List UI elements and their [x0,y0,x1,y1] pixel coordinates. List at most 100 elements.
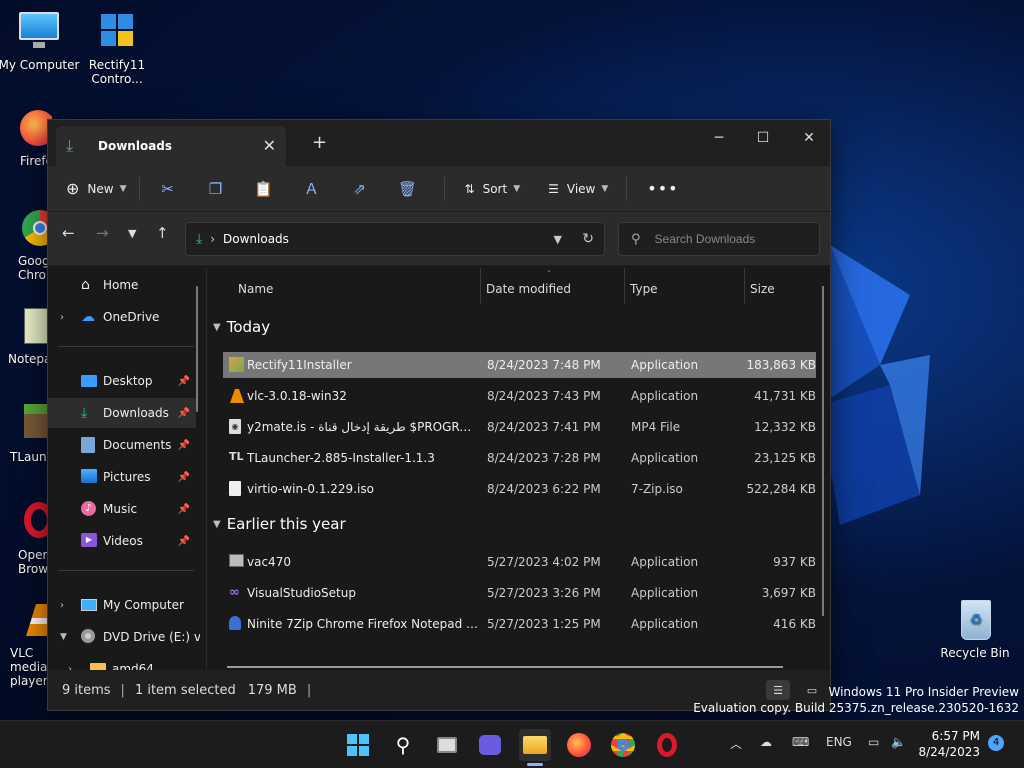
file-row-ninite[interactable]: Ninite 7Zip Chrome Firefox Notepad Inst.… [223,611,816,637]
column-divider[interactable] [480,268,481,304]
up-arrow-icon[interactable]: ↑ [156,224,169,242]
file-list-scrollbar[interactable] [822,286,824,616]
chevron-right-icon[interactable]: › [60,600,64,611]
maximize-button[interactable]: ☐ [740,124,786,152]
explorer-body: ⌂ Home › ☁ OneDrive Desktop 📌 ⤓ Download… [48,268,830,670]
share-icon[interactable]: ⇗ [344,173,376,205]
column-size[interactable]: Size [750,282,775,296]
close-tab-icon[interactable]: ✕ [263,136,276,155]
minimize-button[interactable]: ─ [696,124,742,152]
close-window-button[interactable]: ✕ [786,124,832,152]
desktop-icon-chrome[interactable]: Google Chrome [0,206,52,282]
selection-size: 179 MB [247,682,297,698]
new-tab-button[interactable]: + [312,132,327,153]
column-divider[interactable] [744,268,745,304]
search-input[interactable] [654,232,805,246]
file-row-y2mate[interactable]: ◉ y2mate.is - طريقة إدخال قناة $PROGRAM.… [223,414,816,440]
copy-icon[interactable]: ❐ [200,173,232,205]
nav-item-onedrive[interactable]: › ☁ OneDrive [48,302,196,332]
visual-studio-icon: ∞ [229,585,240,600]
column-name[interactable]: Name [238,282,273,296]
view-button[interactable]: ☰ View ▼ [540,173,616,205]
breadcrumb[interactable]: Downloads [223,232,289,246]
group-header-earlier-this-year[interactable]: ▼ Earlier this year [213,515,346,533]
keyboard-icon[interactable]: ⌨ [792,735,809,749]
file-row-virtio[interactable]: virtio-win-0.1.229.iso 8/24/2023 6:22 PM… [223,476,816,502]
firefox-icon [0,106,52,150]
group-header-today[interactable]: ▼ Today [213,318,270,336]
file-row-rectify11installer[interactable]: Rectify11Installer 8/24/2023 7:48 PM App… [223,352,816,378]
details-view-button[interactable]: ☰ [766,680,790,700]
sort-button[interactable]: ⇅ Sort ▼ [457,173,529,205]
nav-item-documents[interactable]: Documents 📌 [48,430,196,460]
rectify11-icon [95,10,139,54]
nav-item-my-computer[interactable]: › My Computer [48,590,196,620]
address-bar[interactable]: ⤓ › Downloads ▼ ↻ [185,222,605,256]
nav-item-pictures[interactable]: Pictures 📌 [48,462,196,492]
more-options-button[interactable]: ••• [639,173,686,205]
firefox-taskbar-button[interactable] [563,729,595,761]
cut-icon[interactable]: ✂ [152,173,184,205]
sort-indicator-icon: ˇ [547,270,551,279]
search-icon: ⚲ [395,733,411,757]
delete-icon[interactable]: 🗑 [392,173,424,205]
tab-downloads[interactable]: ⤓ Downloads ✕ [56,126,286,166]
file-row-vac470[interactable]: vac470 5/27/2023 4:02 PM Application 937… [223,549,816,575]
column-date-modified[interactable]: Date modified [486,282,571,296]
file-row-visualstudiosetup[interactable]: ∞ VisualStudioSetup 5/27/2023 3:26 PM Ap… [223,580,816,606]
file-row-vlc[interactable]: vlc-3.0.18-win32 8/24/2023 7:43 PM Appli… [223,383,816,409]
network-icon[interactable]: ▭ [868,735,879,749]
paste-icon[interactable]: 📋 [248,173,280,205]
desktop-icon-recycle-bin[interactable]: ♻ Recycle Bin [933,598,1017,660]
desktop-icon-rectify11[interactable]: Rectify11 Contro... [75,10,159,86]
desktop-icon-firefox[interactable]: Firefox [0,106,52,168]
desktop-icon-tlauncher[interactable]: TLauncher [0,402,52,464]
desktop-icon-vlc[interactable]: VLC media player [0,598,52,688]
document-icon [81,437,99,453]
new-button[interactable]: ⊕ New ▼ [66,173,135,205]
desktop-icon-my-computer[interactable]: My Computer [0,10,81,72]
notification-badge[interactable]: 4 [988,735,1004,751]
tiles-view-button[interactable]: ▭ [800,680,824,700]
forward-arrow-icon[interactable]: → [96,224,109,242]
opera-taskbar-button[interactable] [651,729,683,761]
download-icon: ⤓ [81,405,88,421]
horizontal-scrollbar[interactable] [227,666,783,668]
recent-chevron-icon[interactable]: ▼ [128,227,136,240]
nav-item-home[interactable]: ⌂ Home [48,270,196,300]
nav-item-dvd-drive[interactable]: ▼ DVD Drive (E:) vi [48,622,200,652]
rename-icon[interactable]: Ａ [296,173,328,205]
column-type[interactable]: Type [630,282,658,296]
volume-icon[interactable]: 🔈 [891,735,906,749]
language-indicator[interactable]: ENG [826,735,852,749]
desktop-icon-opera[interactable]: Opera Browser [0,500,52,576]
task-view-button[interactable] [431,729,463,761]
nav-item-videos[interactable]: ▶ Videos 📌 [48,526,196,556]
folder-icon [90,661,108,670]
system-clock[interactable]: 6:57 PM 8/24/2023 [918,728,980,760]
file-row-tlauncher[interactable]: TL TLauncher-2.885-Installer-1.1.3 8/24/… [223,445,816,471]
nav-item-desktop[interactable]: Desktop 📌 [48,366,196,396]
onedrive-tray-icon[interactable]: ☁ [760,735,772,749]
chevron-down-icon[interactable]: ▼ [554,233,562,246]
back-arrow-icon[interactable]: ← [62,224,75,242]
nav-item-amd64[interactable]: › amd64 [48,654,196,670]
chevron-right-icon[interactable]: › [60,312,64,323]
chrome-taskbar-button[interactable] [607,729,639,761]
desktop-icon-notepad[interactable]: Notepad [0,304,52,366]
sort-icon: ⇅ [464,181,475,196]
tlauncher-icon: TL [229,450,244,463]
teams-chat-button[interactable] [474,729,506,761]
column-divider[interactable] [624,268,625,304]
refresh-icon[interactable]: ↻ [582,231,594,247]
chevron-down-icon[interactable]: ▼ [60,632,67,642]
nav-item-music[interactable]: ♪ Music 📌 [48,494,196,524]
status-divider: | [120,682,125,698]
search-taskbar-button[interactable]: ⚲ [387,729,419,761]
start-button[interactable] [342,729,374,761]
file-explorer-taskbar-button[interactable] [519,729,551,761]
nav-scrollbar[interactable] [196,286,198,412]
show-hidden-icons-chevron[interactable]: ︿ [730,735,742,752]
nav-item-downloads[interactable]: ⤓ Downloads 📌 [48,398,196,428]
search-box[interactable]: ⚲ [618,222,820,256]
